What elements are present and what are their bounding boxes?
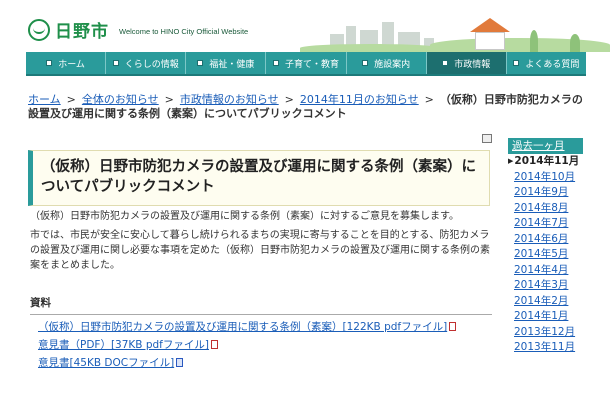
list-item: （仮称）日野市防犯カメラの設置及び運用に関する条例（素案）[122KB pdfフ… <box>38 318 498 336</box>
breadcrumb-link-city-news[interactable]: 市政情報のお知らせ <box>180 93 279 106</box>
nav-bullet-icon <box>272 60 279 66</box>
sidebar-heading: 過去一ヶ月 <box>508 138 583 154</box>
pdf-icon <box>210 340 218 349</box>
logo-subtitle: Welcome to HINO City Official Website <box>119 26 249 36</box>
site-header: 日野市 Welcome to HINO City Official Websit… <box>0 0 610 52</box>
sidebar-link-month[interactable]: 2013年11月 <box>514 341 575 353</box>
hino-emblem-icon <box>28 18 50 41</box>
sidebar-item: 2013年12月 <box>508 325 583 341</box>
main-navigation: ホーム くらしの情報 福祉・健康 子育て・教育 施設案内 市政情報 よくある質問 <box>26 52 586 76</box>
sidebar-item: 2014年6月 <box>508 232 583 248</box>
breadcrumb-link-month-news[interactable]: 2014年11月のお知らせ <box>300 93 419 106</box>
sidebar-link-month[interactable]: 2014年4月 <box>514 264 568 276</box>
sidebar-item: 2014年1月 <box>508 309 583 325</box>
sidebar-item: 2014年7月 <box>508 216 583 232</box>
print-icon[interactable] <box>482 134 492 143</box>
sidebar-heading-link[interactable]: 過去一ヶ月 <box>512 140 565 152</box>
document-link-opinion-pdf[interactable]: 意見書（PDF）[37KB pdfファイル] <box>38 339 209 351</box>
nav-item-education[interactable]: 子育て・教育 <box>266 52 347 74</box>
intro-paragraph: （仮称）日野市防犯カメラの設置及び運用に関する条例（素案）に対するご意見を募集し… <box>30 211 459 222</box>
sidebar-link-month[interactable]: 2014年6月 <box>514 233 568 245</box>
nav-item-welfare[interactable]: 福祉・健康 <box>186 52 267 74</box>
sidebar-link-month[interactable]: 2014年7月 <box>514 217 568 229</box>
logo-name: 日野市 <box>55 22 109 42</box>
house-illustration <box>475 32 505 50</box>
sidebar-item: 2014年10月 <box>508 170 583 186</box>
sidebar-item: 2013年11月 <box>508 340 583 356</box>
list-item: 意見書（PDF）[37KB pdfファイル] <box>38 336 498 354</box>
sidebar-link-month[interactable]: 2014年10月 <box>514 171 575 183</box>
nav-bullet-icon <box>197 60 204 66</box>
breadcrumb-link-all-news[interactable]: 全体のお知らせ <box>82 93 159 106</box>
page-content: （仮称）日野市防犯カメラの設置及び運用に関する条例（素案）に対するご意見を募集し… <box>30 209 492 277</box>
nav-item-home[interactable]: ホーム <box>26 52 107 74</box>
sidebar-month-list: 2014年11月 2014年10月 2014年9月 2014年8月 2014年7… <box>508 154 583 356</box>
list-item: 意見書[45KB DOCファイル] <box>38 354 498 372</box>
page-title: （仮称）日野市防犯カメラの設置及び運用に関する条例（素案）についてパブリックコメ… <box>41 159 476 195</box>
description-paragraph: 市では、市民が安全に安心して暮らし続けられるまちの実現に寄与することを目的とする… <box>30 230 490 271</box>
sidebar-item: 2014年8月 <box>508 201 583 217</box>
sidebar-link-month[interactable]: 2013年12月 <box>514 326 575 338</box>
nav-bullet-icon <box>513 60 520 66</box>
breadcrumb-link-home[interactable]: ホーム <box>28 93 61 106</box>
sidebar-link-month[interactable]: 2014年2月 <box>514 295 568 307</box>
page-title-box: （仮称）日野市防犯カメラの設置及び運用に関する条例（素案）についてパブリックコメ… <box>28 150 490 206</box>
doc-icon <box>176 358 184 367</box>
breadcrumb: ホーム > 全体のお知らせ > 市政情報のお知らせ >2014年11月のお知らせ > （仮称）… <box>28 93 583 120</box>
nav-bullet-icon <box>442 60 449 66</box>
sidebar-item: 2014年3月 <box>508 278 583 294</box>
nav-item-city-info[interactable]: 市政情報 <box>426 52 507 74</box>
sidebar-link-month[interactable]: 2014年1月 <box>514 310 568 322</box>
nav-item-living[interactable]: くらしの情報 <box>106 52 187 74</box>
sidebar-link-month[interactable]: 2014年8月 <box>514 202 568 214</box>
site-logo[interactable]: 日野市 Welcome to HINO City Official Websit… <box>28 17 248 42</box>
nav-bullet-icon <box>112 60 119 66</box>
sidebar-item-current-month: 2014年11月 <box>508 154 583 170</box>
sidebar-archive: 過去一ヶ月 2014年11月 2014年10月 2014年9月 2014年8月 … <box>508 138 583 356</box>
nav-item-facilities[interactable]: 施設案内 <box>347 52 427 74</box>
document-list: （仮称）日野市防犯カメラの設置及び運用に関する条例（素案）[122KB pdfフ… <box>38 318 498 372</box>
document-link-ordinance-draft[interactable]: （仮称）日野市防犯カメラの設置及び運用に関する条例（素案）[122KB pdfフ… <box>38 321 447 333</box>
sidebar-item: 2014年5月 <box>508 247 583 263</box>
sidebar-item: 2014年4月 <box>508 263 583 279</box>
sidebar-item: 2014年9月 <box>508 185 583 201</box>
header-skyline-illustration <box>300 0 610 52</box>
document-link-opinion-doc[interactable]: 意見書[45KB DOCファイル] <box>38 357 174 369</box>
pdf-icon <box>449 322 457 331</box>
sidebar-link-month[interactable]: 2014年3月 <box>514 279 568 291</box>
sidebar-link-month[interactable]: 2014年9月 <box>514 186 568 198</box>
nav-bullet-icon <box>46 60 53 66</box>
nav-bullet-icon <box>362 60 369 66</box>
nav-item-faq[interactable]: よくある質問 <box>507 52 586 74</box>
sidebar-link-month[interactable]: 2014年5月 <box>514 248 568 260</box>
section-heading-materials: 資料 <box>30 295 492 315</box>
sidebar-item: 2014年2月 <box>508 294 583 310</box>
